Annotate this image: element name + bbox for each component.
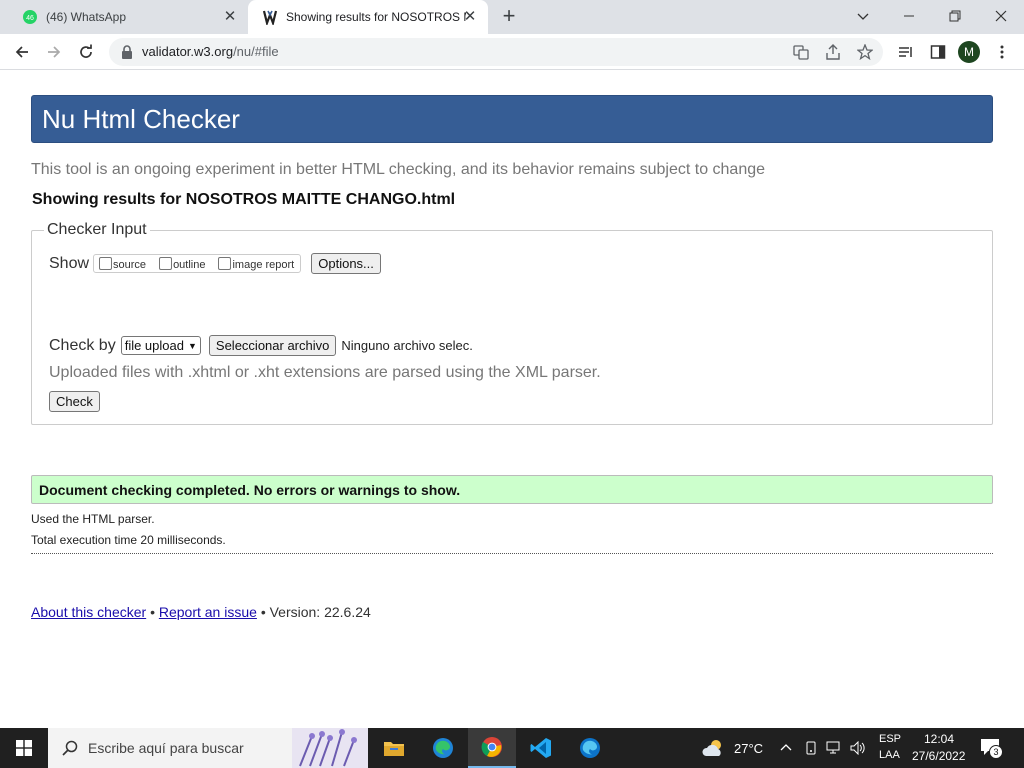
checker-input-legend: Checker Input xyxy=(44,221,150,239)
source-checkbox-label[interactable]: source xyxy=(113,259,146,271)
url-text: validator.w3.org/nu/#file xyxy=(142,44,279,59)
language-indicator[interactable]: ESP xyxy=(879,733,901,745)
page-subtitle: This tool is an ongoing experiment in be… xyxy=(31,161,766,178)
image-report-checkbox[interactable] xyxy=(218,257,232,270)
browser-toolbar: validator.w3.org/nu/#file M xyxy=(0,34,1024,70)
menu-kebab-icon[interactable] xyxy=(990,40,1014,64)
tab-search-icon[interactable] xyxy=(840,0,886,32)
network-icon[interactable] xyxy=(826,741,842,755)
tab-label: Showing results for NOSOTROS MAITTE CHAN… xyxy=(286,10,466,24)
source-checkbox[interactable] xyxy=(99,257,113,270)
footer: About this checker • Report an issue • V… xyxy=(31,604,371,620)
volume-icon[interactable] xyxy=(850,741,866,755)
checker-input-fieldset: Checker Input Show source outline image … xyxy=(31,221,993,425)
footer-separator: • xyxy=(260,604,266,620)
clock-time[interactable]: 12:04 xyxy=(924,732,954,746)
weather-cloud-icon[interactable] xyxy=(702,738,726,758)
success-text: Document checking completed. No errors o… xyxy=(39,482,461,498)
show-options-row: Show source outline image report Options… xyxy=(49,253,381,274)
results-heading: Showing results for NOSOTROS MAITTE CHAN… xyxy=(32,191,456,208)
lavender-search-art-icon xyxy=(292,728,368,768)
page-content: Nu Html Checker This tool is an ongoing … xyxy=(0,71,1024,728)
address-bar[interactable]: validator.w3.org/nu/#file xyxy=(109,38,883,66)
forward-button[interactable] xyxy=(42,40,66,64)
options-button[interactable]: Options... xyxy=(311,253,381,274)
report-issue-link[interactable]: Report an issue xyxy=(159,604,257,620)
execution-time: Total execution time 20 milliseconds. xyxy=(31,533,226,547)
lock-icon[interactable] xyxy=(119,44,135,60)
show-checkbox-group: source outline image report xyxy=(93,254,302,273)
check-by-label: Check by xyxy=(49,336,116,354)
divider xyxy=(31,553,993,554)
restore-button[interactable] xyxy=(932,0,978,32)
check-by-select[interactable]: file upload ▼ xyxy=(120,336,201,355)
reload-button[interactable] xyxy=(74,40,98,64)
version-text: Version: 22.6.24 xyxy=(269,604,371,620)
footer-separator: • xyxy=(150,604,155,620)
back-button[interactable] xyxy=(10,40,34,64)
page-title: Nu Html Checker xyxy=(42,104,240,134)
edge-icon[interactable] xyxy=(419,728,467,768)
close-tab-icon[interactable]: ✕ xyxy=(222,9,238,25)
close-window-button[interactable] xyxy=(978,0,1024,32)
temperature[interactable]: 27°C xyxy=(734,741,763,756)
new-tab-button[interactable]: + xyxy=(497,5,521,29)
windows-logo-icon xyxy=(16,740,32,756)
start-button[interactable] xyxy=(0,728,48,768)
notification-count: 3 xyxy=(989,745,1003,759)
about-link[interactable]: About this checker xyxy=(31,604,146,620)
chevron-up-icon[interactable] xyxy=(780,742,792,754)
tab-validator[interactable]: Showing results for NOSOTROS MAITTE CHAN… xyxy=(248,0,488,34)
edge-dev-icon[interactable] xyxy=(566,728,614,768)
check-button[interactable]: Check xyxy=(49,391,100,412)
xml-parser-note: Uploaded files with .xhtml or .xht exten… xyxy=(49,364,601,381)
file-explorer-icon[interactable] xyxy=(370,728,418,768)
check-by-row: Check by file upload ▼ Seleccionar archi… xyxy=(49,335,473,356)
outline-checkbox-label[interactable]: outline xyxy=(173,259,205,271)
side-panel-icon[interactable] xyxy=(926,40,950,64)
chrome-icon[interactable] xyxy=(468,728,516,768)
keyboard-layout-indicator[interactable]: LAA xyxy=(879,749,900,761)
share-icon[interactable] xyxy=(825,44,841,60)
search-icon xyxy=(62,740,78,756)
w3c-validator-icon xyxy=(262,10,278,25)
tab-whatsapp[interactable]: 46 (46) WhatsApp ✕ xyxy=(8,0,248,34)
choose-file-button[interactable]: Seleccionar archivo xyxy=(208,335,337,356)
tab-label: (46) WhatsApp xyxy=(46,10,127,24)
show-label: Show xyxy=(49,254,90,272)
file-status: Ninguno archivo selec. xyxy=(341,338,473,353)
bookmark-star-icon[interactable] xyxy=(857,44,873,60)
minimize-button[interactable] xyxy=(886,0,932,32)
reading-list-icon[interactable] xyxy=(894,40,918,64)
chevron-down-icon: ▼ xyxy=(187,340,197,351)
image-report-checkbox-label[interactable]: image report xyxy=(232,259,294,271)
success-message: Document checking completed. No errors o… xyxy=(31,475,993,504)
notification-center-icon[interactable]: 3 xyxy=(980,738,1004,760)
translate-icon[interactable] xyxy=(793,44,809,60)
tab-strip: 46 (46) WhatsApp ✕ Showing results for N… xyxy=(0,0,1024,34)
vscode-icon[interactable] xyxy=(517,728,565,768)
check-by-value: file upload xyxy=(124,338,184,353)
windows-taskbar: Escribe aquí para buscar 27°C ESP LAA 12… xyxy=(0,728,1024,768)
search-placeholder: Escribe aquí para buscar xyxy=(88,740,244,756)
profile-avatar[interactable]: M xyxy=(958,41,980,63)
svg-text:46: 46 xyxy=(26,15,34,22)
outline-checkbox[interactable] xyxy=(159,257,173,270)
taskbar-search-box[interactable]: Escribe aquí para buscar xyxy=(48,728,368,768)
device-icon[interactable] xyxy=(804,741,818,755)
close-tab-icon[interactable]: ✕ xyxy=(462,9,478,25)
header-banner: Nu Html Checker xyxy=(31,95,993,143)
whatsapp-icon: 46 xyxy=(23,10,37,24)
clock-date[interactable]: 27/6/2022 xyxy=(912,749,965,763)
parser-note: Used the HTML parser. xyxy=(31,512,155,526)
